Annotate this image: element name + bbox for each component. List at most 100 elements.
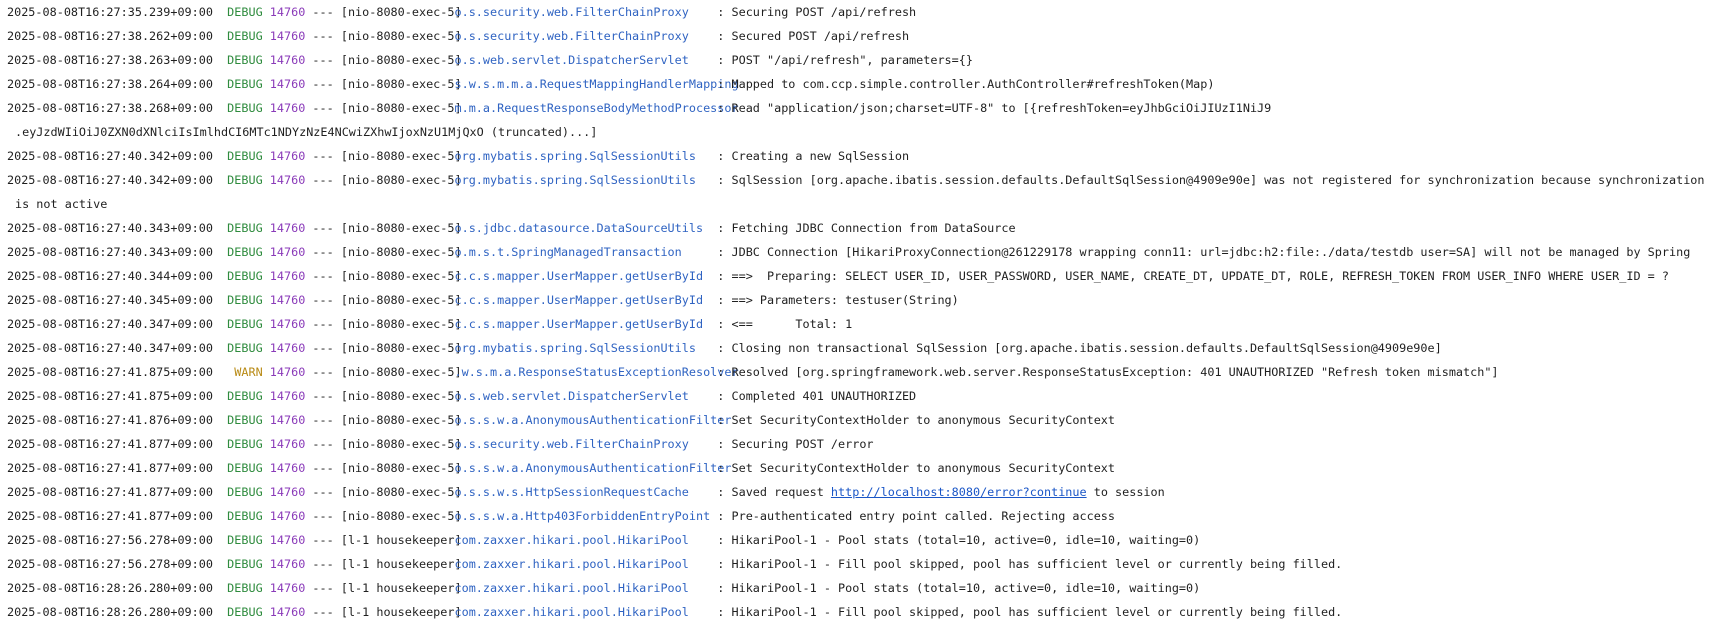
log-timestamp: 2025-08-08T16:28:26.280+09:00 <box>7 605 213 619</box>
log-line[interactable]: 2025-08-08T16:27:40.347+09:00 DEBUG 1476… <box>7 336 1718 360</box>
log-level: DEBUG <box>227 557 263 571</box>
log-thread: [nio-8080-exec-5] <box>340 5 462 19</box>
log-separator: --- <box>312 581 334 595</box>
log-line[interactable]: 2025-08-08T16:27:40.347+09:00 DEBUG 1476… <box>7 312 1718 336</box>
log-line[interactable]: 2025-08-08T16:27:41.875+09:00 WARN 14760… <box>7 360 1718 384</box>
log-separator: --- <box>312 557 334 571</box>
log-pid: 14760 <box>269 413 306 427</box>
log-level: DEBUG <box>227 245 263 259</box>
log-line[interactable]: 2025-08-08T16:27:38.268+09:00 DEBUG 1476… <box>7 96 1718 120</box>
log-logger: com.zaxxer.hikari.pool.HikariPool <box>454 605 689 619</box>
log-line[interactable]: 2025-08-08T16:27:41.877+09:00 DEBUG 1476… <box>7 480 1718 504</box>
log-pid: 14760 <box>269 149 306 163</box>
log-logger: m.m.a.RequestResponseBodyMethodProcessor <box>454 101 739 115</box>
log-logger: o.s.security.web.FilterChainProxy <box>454 5 689 19</box>
log-separator: --- <box>312 509 334 523</box>
log-pid: 14760 <box>269 29 306 43</box>
log-timestamp: 2025-08-08T16:27:41.877+09:00 <box>7 461 213 475</box>
log-colon: : <box>717 221 725 235</box>
log-logger: org.mybatis.spring.SqlSessionUtils <box>454 341 696 355</box>
log-thread: [nio-8080-exec-5] <box>340 149 462 163</box>
log-pid: 14760 <box>269 5 306 19</box>
log-thread: [nio-8080-exec-5] <box>340 221 462 235</box>
log-thread: [nio-8080-exec-5] <box>340 269 462 283</box>
log-link[interactable]: http://localhost:8080/error?continue <box>831 485 1087 499</box>
log-message: HikariPool-1 - Pool stats (total=10, act… <box>731 581 1201 595</box>
log-separator: --- <box>312 605 334 619</box>
log-line[interactable]: 2025-08-08T16:27:40.344+09:00 DEBUG 1476… <box>7 264 1718 288</box>
log-colon: : <box>717 581 725 595</box>
log-level: DEBUG <box>227 293 263 307</box>
log-pid: 14760 <box>269 269 306 283</box>
console-output[interactable]: 2025-08-08T16:27:35.239+09:00 DEBUG 1476… <box>0 0 1718 622</box>
log-message: Saved request <box>731 485 831 499</box>
log-line[interactable]: 2025-08-08T16:27:38.262+09:00 DEBUG 1476… <box>7 24 1718 48</box>
log-colon: : <box>717 317 725 331</box>
log-line[interactable]: 2025-08-08T16:28:26.280+09:00 DEBUG 1476… <box>7 600 1718 622</box>
log-line-continuation[interactable]: is not active <box>7 192 1718 216</box>
log-message: Pre-authenticated entry point called. Re… <box>731 509 1116 523</box>
log-line[interactable]: 2025-08-08T16:27:41.877+09:00 DEBUG 1476… <box>7 504 1718 528</box>
log-timestamp: 2025-08-08T16:27:41.875+09:00 <box>7 389 213 403</box>
log-message: JDBC Connection [HikariProxyConnection@2… <box>731 245 1691 259</box>
log-colon: : <box>717 413 725 427</box>
log-level: DEBUG <box>227 101 263 115</box>
log-line[interactable]: 2025-08-08T16:27:38.264+09:00 DEBUG 1476… <box>7 72 1718 96</box>
log-separator: --- <box>312 485 334 499</box>
log-pid: 14760 <box>269 389 306 403</box>
log-line[interactable]: 2025-08-08T16:27:40.343+09:00 DEBUG 1476… <box>7 240 1718 264</box>
log-separator: --- <box>312 101 334 115</box>
log-pid: 14760 <box>269 77 306 91</box>
log-colon: : <box>717 365 725 379</box>
log-line[interactable]: 2025-08-08T16:27:40.345+09:00 DEBUG 1476… <box>7 288 1718 312</box>
log-line[interactable]: 2025-08-08T16:27:41.877+09:00 DEBUG 1476… <box>7 456 1718 480</box>
log-timestamp: 2025-08-08T16:27:35.239+09:00 <box>7 5 213 19</box>
log-separator: --- <box>312 389 334 403</box>
log-line[interactable]: 2025-08-08T16:27:35.239+09:00 DEBUG 1476… <box>7 0 1718 24</box>
log-level: DEBUG <box>227 437 263 451</box>
log-timestamp: 2025-08-08T16:27:40.342+09:00 <box>7 173 213 187</box>
log-pid: 14760 <box>269 365 306 379</box>
log-logger: o.s.s.w.s.HttpSessionRequestCache <box>454 485 689 499</box>
log-line[interactable]: 2025-08-08T16:27:41.877+09:00 DEBUG 1476… <box>7 432 1718 456</box>
log-thread: [l-1 housekeeper] <box>340 581 462 595</box>
log-message: <== Total: 1 <box>731 317 853 331</box>
log-separator: --- <box>312 5 334 19</box>
log-message: Creating a new SqlSession <box>731 149 910 163</box>
log-line[interactable]: 2025-08-08T16:27:41.876+09:00 DEBUG 1476… <box>7 408 1718 432</box>
log-line[interactable]: 2025-08-08T16:27:40.342+09:00 DEBUG 1476… <box>7 168 1718 192</box>
log-logger: o.s.web.servlet.DispatcherServlet <box>454 389 689 403</box>
log-line-continuation[interactable]: .eyJzdWIiOiJ0ZXN0dXNlciIsImlhdCI6MTc1NDY… <box>7 120 1718 144</box>
log-line[interactable]: 2025-08-08T16:27:41.875+09:00 DEBUG 1476… <box>7 384 1718 408</box>
log-logger: o.s.security.web.FilterChainProxy <box>454 437 689 451</box>
log-line[interactable]: 2025-08-08T16:28:26.280+09:00 DEBUG 1476… <box>7 576 1718 600</box>
log-logger: c.c.s.mapper.UserMapper.getUserById <box>454 293 704 307</box>
log-level: DEBUG <box>227 173 263 187</box>
log-timestamp: 2025-08-08T16:27:41.875+09:00 <box>7 365 213 379</box>
log-line[interactable]: 2025-08-08T16:27:56.278+09:00 DEBUG 1476… <box>7 552 1718 576</box>
log-line[interactable]: 2025-08-08T16:27:40.342+09:00 DEBUG 1476… <box>7 144 1718 168</box>
log-thread: [nio-8080-exec-5] <box>340 53 462 67</box>
log-message: Set SecurityContextHolder to anonymous S… <box>731 461 1116 475</box>
log-line[interactable]: 2025-08-08T16:27:38.263+09:00 DEBUG 1476… <box>7 48 1718 72</box>
log-level: DEBUG <box>227 413 263 427</box>
log-separator: --- <box>312 437 334 451</box>
log-level: DEBUG <box>227 53 263 67</box>
log-timestamp: 2025-08-08T16:27:40.345+09:00 <box>7 293 213 307</box>
log-colon: : <box>717 509 725 523</box>
log-timestamp: 2025-08-08T16:27:40.347+09:00 <box>7 317 213 331</box>
log-level: WARN <box>234 365 263 379</box>
log-line[interactable]: 2025-08-08T16:27:56.278+09:00 DEBUG 1476… <box>7 528 1718 552</box>
log-level: DEBUG <box>227 269 263 283</box>
log-message: Set SecurityContextHolder to anonymous S… <box>731 413 1116 427</box>
log-colon: : <box>717 605 725 619</box>
log-logger: o.s.security.web.FilterChainProxy <box>454 29 689 43</box>
log-logger: com.zaxxer.hikari.pool.HikariPool <box>454 581 689 595</box>
log-level: DEBUG <box>227 509 263 523</box>
log-separator: --- <box>312 53 334 67</box>
log-separator: --- <box>312 533 334 547</box>
log-separator: --- <box>312 245 334 259</box>
log-colon: : <box>717 173 725 187</box>
log-line[interactable]: 2025-08-08T16:27:40.343+09:00 DEBUG 1476… <box>7 216 1718 240</box>
log-logger: org.mybatis.spring.SqlSessionUtils <box>454 173 696 187</box>
